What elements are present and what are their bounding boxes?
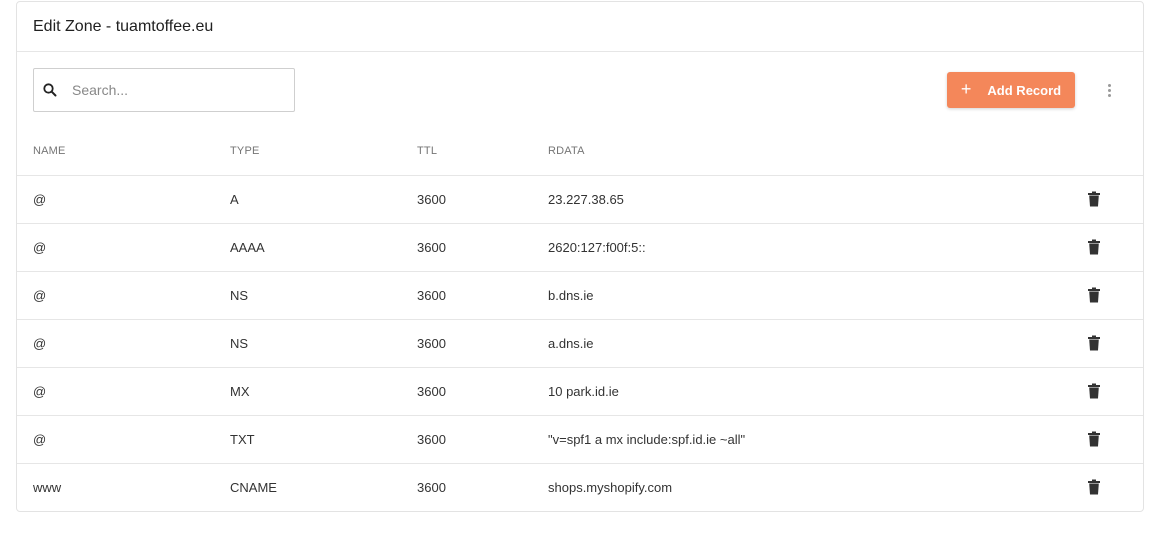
add-record-label: Add Record [987,82,1062,98]
cell-type: TXT [230,415,417,464]
cell-actions [1087,175,1143,224]
cell-ttl: 3600 [417,319,548,368]
trash-icon[interactable] [1087,479,1101,495]
trash-icon[interactable] [1087,191,1101,207]
table-row[interactable]: @ A 3600 23.227.38.65 [17,175,1143,224]
cell-name: @ [17,271,230,320]
cell-rdata: 23.227.38.65 [548,175,1087,224]
table-row[interactable]: @ AAAA 3600 2620:127:f00f:5:: [17,223,1143,272]
trash-icon[interactable] [1087,383,1101,399]
cell-name: www [33,479,62,495]
cell-actions [1087,271,1143,320]
cell-actions [1087,319,1143,368]
cell-name: @ [17,223,230,272]
cell-type: A [230,175,417,224]
cell-name: @ [17,319,230,368]
cell-type: AAAA [230,223,417,272]
table-header-row: NAME TYPE TTL RDATA [17,127,1143,176]
records-table: NAME TYPE TTL RDATA @ A 3600 23.227.38.6… [17,127,1143,511]
column-header-actions [1087,127,1143,176]
cell-actions [1087,367,1143,416]
cell-name: @ [17,367,230,416]
trash-icon[interactable] [1087,431,1101,447]
more-vert-icon[interactable] [1101,80,1117,100]
cell-type: MX [230,367,417,416]
column-header-ttl[interactable]: TTL [417,127,548,176]
cell-type: NS [230,319,417,368]
trash-icon[interactable] [1087,287,1101,303]
cell-ttl: 3600 [417,367,548,416]
cell-ttl: 3600 [417,415,548,464]
page-title: Edit Zone - tuamtoffee.eu [33,17,214,35]
cell-actions [1087,463,1143,511]
cell-type: CNAME [230,479,277,495]
column-header-name[interactable]: NAME [17,127,230,176]
table-row[interactable]: @ NS 3600 a.dns.ie [17,319,1143,368]
trash-icon[interactable] [1087,335,1101,351]
edit-zone-card: Edit Zone - tuamtoffee.eu + Add Record N… [16,1,1144,512]
cell-actions [1087,415,1143,464]
search-box[interactable] [33,68,295,112]
search-input[interactable] [72,82,272,98]
card-header: Edit Zone - tuamtoffee.eu [17,2,1143,52]
table-row[interactable]: @ MX 3600 10 park.id.ie [17,367,1143,416]
cell-name: @ [17,415,230,464]
table-row[interactable]: www CNAME 3600 shops.myshopify.com [17,463,1143,511]
cell-rdata: shops.myshopify.com [548,479,673,495]
cell-name: @ [17,175,230,224]
column-header-type[interactable]: TYPE [230,127,417,176]
cell-ttl: 3600 [417,271,548,320]
cell-ttl: 3600 [417,479,446,495]
cell-ttl: 3600 [417,175,548,224]
table-row[interactable]: @ TXT 3600 "v=spf1 a mx include:spf.id.i… [17,415,1143,464]
add-record-button[interactable]: + Add Record [947,72,1075,108]
search-icon [42,82,58,98]
table-row[interactable]: @ NS 3600 b.dns.ie [17,271,1143,320]
cell-rdata: "v=spf1 a mx include:spf.id.ie ~all" [548,415,1087,464]
cell-actions [1087,223,1143,272]
cell-type: NS [230,271,417,320]
trash-icon[interactable] [1087,239,1101,255]
cell-rdata: 10 park.id.ie [548,367,1087,416]
cell-rdata: b.dns.ie [548,271,1087,320]
column-header-rdata[interactable]: RDATA [548,127,1087,176]
plus-icon: + [960,79,972,99]
cell-rdata: a.dns.ie [548,319,1087,368]
toolbar: + Add Record [17,52,1143,127]
cell-ttl: 3600 [417,223,548,272]
cell-rdata: 2620:127:f00f:5:: [548,223,1087,272]
